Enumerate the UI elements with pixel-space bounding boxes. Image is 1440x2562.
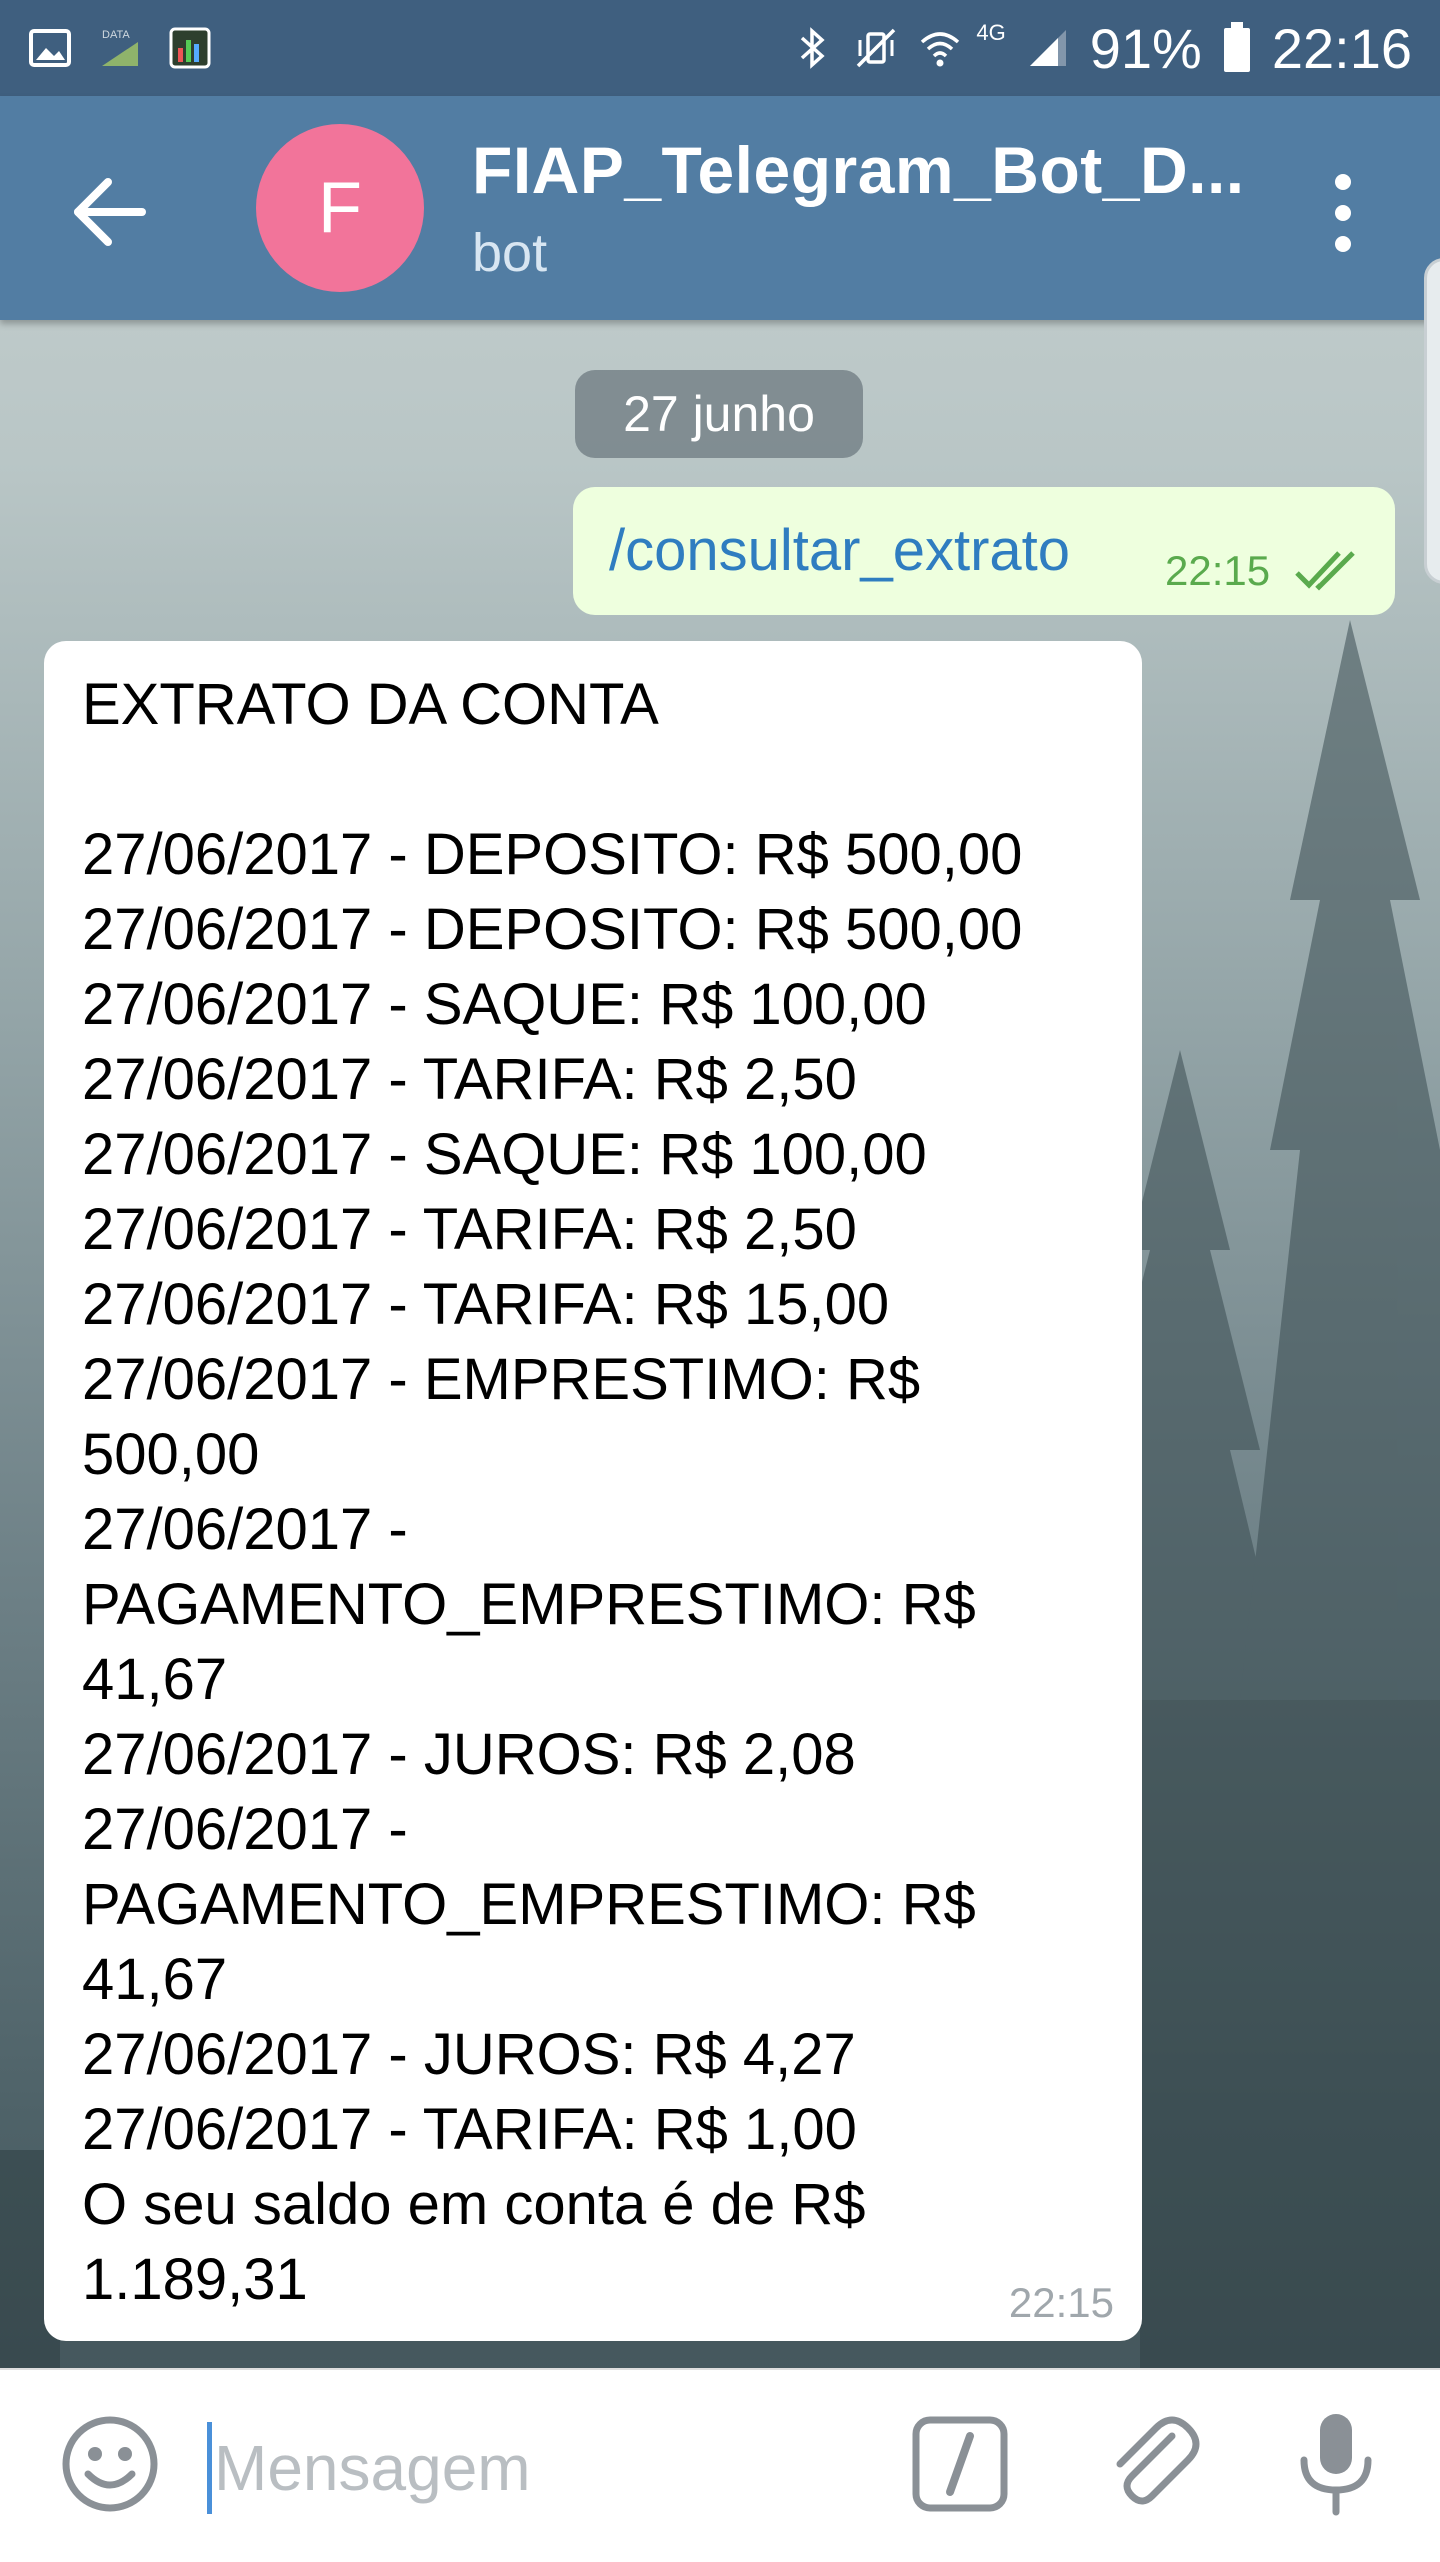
incoming-message[interactable]: EXTRATO DA CONTA 27/06/2017 - DEPOSITO: … [44, 641, 1142, 2341]
battery-icon [1223, 22, 1250, 72]
svg-text:DATA: DATA [102, 29, 130, 41]
network-type: 4G [976, 20, 1006, 45]
chart-app-icon [169, 27, 211, 69]
date-separator: 27 junho [575, 370, 863, 458]
chat-header: F FIAP_Telegram_Bot_D... bot [0, 96, 1440, 320]
bluetooth-icon [801, 27, 826, 69]
side-panel-handle[interactable] [1424, 258, 1440, 584]
clock: 22:16 [1271, 16, 1412, 80]
outgoing-message-text[interactable]: /consultar_extrato [609, 517, 1070, 584]
microphone-icon[interactable] [1286, 2410, 1386, 2518]
back-arrow-icon[interactable] [70, 172, 150, 252]
outgoing-message[interactable]: /consultar_extrato 22:15 [573, 487, 1395, 615]
status-bar: DATA 4G 91% 22:16 [0, 0, 1440, 96]
chat-subtitle: bot [472, 223, 548, 283]
text-cursor [207, 2422, 212, 2514]
battery-percent: 91% [1089, 16, 1202, 80]
message-composer [0, 2368, 1440, 2562]
signal-icon [1029, 30, 1066, 66]
chat-title[interactable]: FIAP_Telegram_Bot_D... [472, 132, 1245, 208]
bot-avatar[interactable]: F [256, 124, 424, 292]
wifi-icon [921, 32, 960, 67]
message-input[interactable] [214, 2422, 854, 2514]
image-icon [29, 29, 71, 67]
outgoing-message-time: 22:15 [1165, 547, 1271, 594]
incoming-message-time: 22:15 [1008, 2279, 1114, 2326]
attach-icon[interactable] [1102, 2414, 1202, 2514]
more-options-icon[interactable] [1318, 168, 1368, 258]
incoming-message-text[interactable]: EXTRATO DA CONTA 27/06/2017 - DEPOSITO: … [82, 667, 1122, 2317]
vibrate-icon [857, 28, 896, 68]
double-check-icon [1295, 551, 1355, 591]
bot-command-icon[interactable] [910, 2414, 1010, 2514]
data-icon: DATA [102, 29, 138, 66]
emoji-icon[interactable] [60, 2414, 160, 2514]
